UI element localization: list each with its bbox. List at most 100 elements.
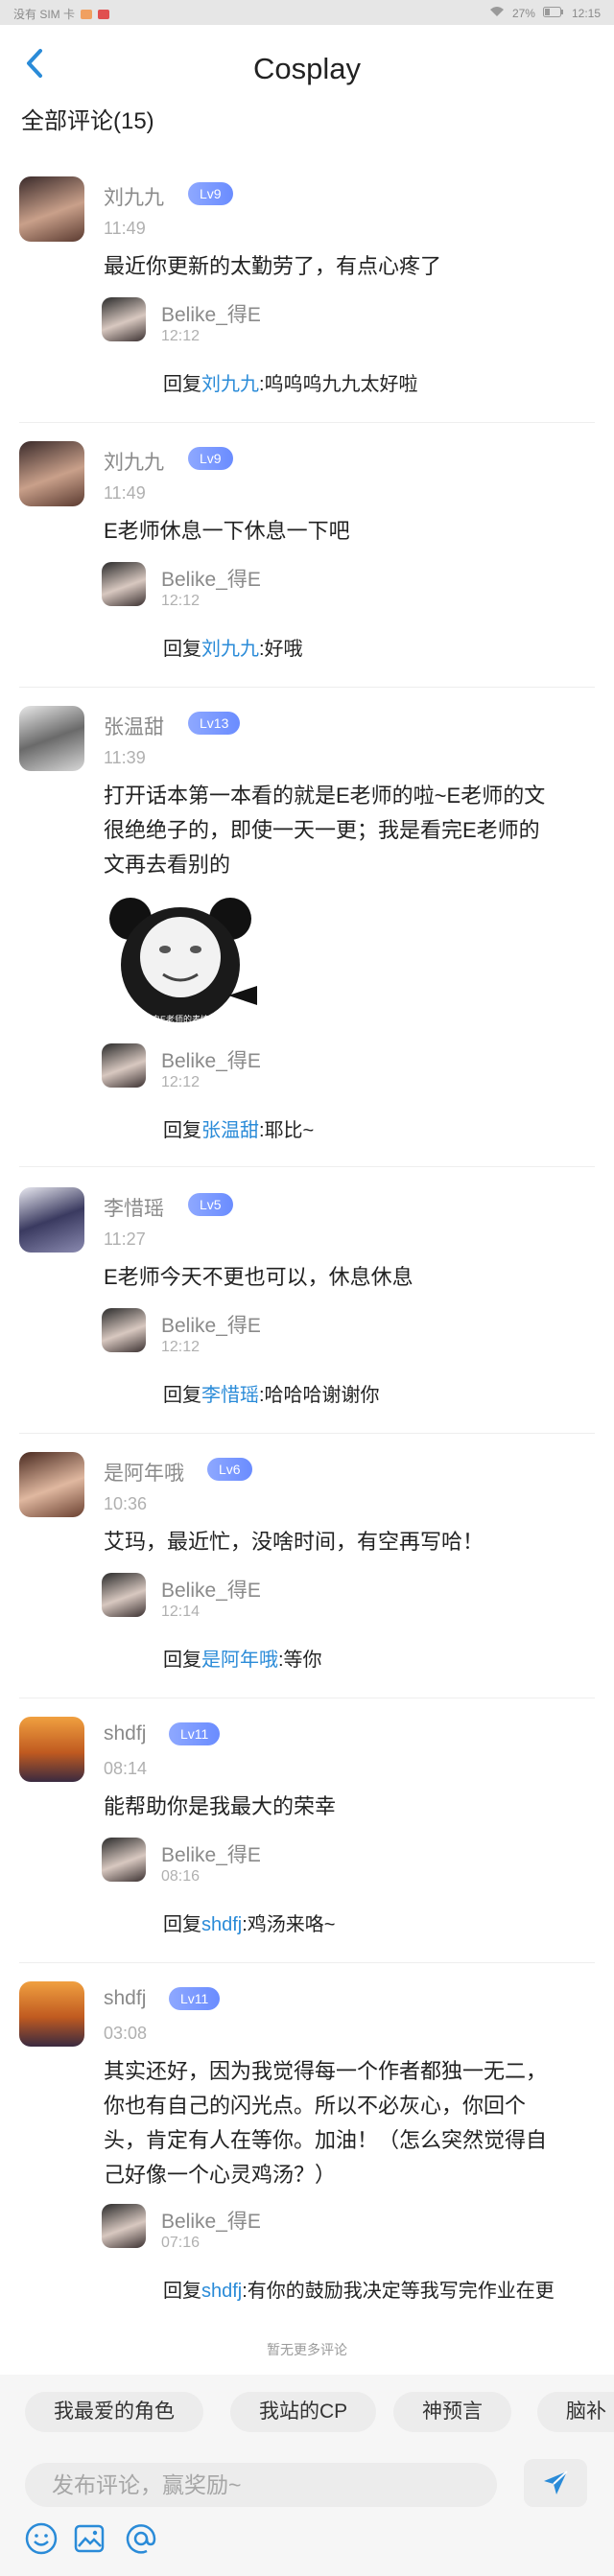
comment-item: 刘九九 Lv9 11:49 最近你更新的太勤劳了，有点心疼了 Belike_得E…: [0, 176, 614, 412]
comment-time: 11:49: [104, 483, 146, 503]
comment-item: shdfj Lv11 08:14 能帮助你是我最大的荣幸 Belike_得E 0…: [0, 1717, 614, 1953]
divider: [19, 1962, 595, 1963]
divider: [19, 422, 595, 423]
tag-chip[interactable]: 脑补: [537, 2392, 614, 2432]
avatar[interactable]: [19, 176, 84, 242]
level-badge: Lv13: [188, 712, 241, 735]
status-bar: 没有 SIM 卡 27% 12:15: [0, 0, 614, 25]
reply-mention-link[interactable]: 刘九九: [201, 639, 259, 660]
comment-input[interactable]: 发布评论，赢奖励~: [25, 2463, 497, 2507]
comment-text: 最近你更新的太勤劳了，有点心疼了: [104, 254, 442, 278]
carrier-text: 没有 SIM 卡: [13, 8, 76, 21]
reply-author-name[interactable]: Belike_得E: [161, 299, 261, 328]
battery-icon: [542, 6, 564, 20]
author-avatar[interactable]: [102, 1308, 146, 1352]
avatar[interactable]: [19, 1717, 84, 1782]
commenter-name[interactable]: 张温甜: [104, 712, 164, 740]
sticker-caption: 来自E老师的表情包: [142, 1015, 218, 1024]
reply-author-name[interactable]: Belike_得E: [161, 564, 261, 593]
reply-time: 12:14: [161, 1604, 201, 1620]
comment-composer: 发布评论，赢奖励~: [0, 2451, 614, 2576]
level-badge: Lv9: [188, 182, 233, 205]
emoji-icon: [25, 2522, 58, 2555]
reply-text: 回复刘九九:呜呜呜九九太好啦: [163, 374, 418, 395]
level-badge: Lv9: [188, 447, 233, 470]
comment-time: 11:49: [104, 219, 146, 238]
divider: [19, 687, 595, 688]
comment-time: 11:39: [104, 748, 146, 767]
notification-icon: [98, 9, 110, 19]
reply-author-name[interactable]: Belike_得E: [161, 1839, 261, 1868]
level-badge: Lv5: [188, 1193, 233, 1216]
commenter-name[interactable]: 刘九九: [104, 182, 164, 211]
reply-author-name[interactable]: Belike_得E: [161, 1575, 261, 1604]
tag-chip[interactable]: 神预言: [393, 2392, 511, 2432]
comment-text: E老师今天不更也可以，休息休息: [104, 1265, 413, 1289]
clock-text: 12:15: [571, 6, 601, 20]
reply-author-name[interactable]: Belike_得E: [161, 2206, 261, 2235]
comment-text: 艾玛，最近忙，没啥时间，有空再写哈！: [104, 1530, 484, 1554]
author-avatar[interactable]: [102, 297, 146, 341]
author-avatar[interactable]: [102, 2204, 146, 2248]
reply-text: 回复shdfj:有你的鼓励我决定等我写完作业在更: [163, 2281, 555, 2302]
comment-item: 是阿年哦 Lv6 10:36 艾玛，最近忙，没啥时间，有空再写哈！ Belike…: [0, 1452, 614, 1688]
avatar[interactable]: [19, 1187, 84, 1253]
author-avatar[interactable]: [102, 1838, 146, 1882]
comment-text: E老师休息一下休息一下吧: [104, 519, 350, 543]
comment-time: 03:08: [104, 2024, 148, 2043]
avatar[interactable]: [19, 441, 84, 506]
reply-mention-link[interactable]: shdfj: [201, 2281, 242, 2302]
reply-mention-link[interactable]: 李惜瑶: [201, 1385, 259, 1406]
author-avatar[interactable]: [102, 1573, 146, 1617]
top-navbar: Cosplay: [0, 25, 614, 104]
level-badge: Lv11: [169, 1722, 221, 1745]
comment-text: 能帮助你是我最大的荣幸: [104, 1794, 337, 1818]
comment-text: 打开话本第一本看的就是E老师的啦~E老师的文 很绝绝子的，即使一天一更；我是看完…: [104, 784, 546, 877]
reply-mention-link[interactable]: 是阿年哦: [201, 1650, 278, 1671]
avatar[interactable]: [19, 1452, 84, 1517]
reply-text: 回复是阿年哦:等你: [163, 1650, 322, 1671]
image-button[interactable]: [69, 2518, 109, 2559]
reply-mention-link[interactable]: 张温甜: [201, 1120, 259, 1141]
comment-item: 刘九九 Lv9 11:49 E老师休息一下休息一下吧 Belike_得E 12:…: [0, 441, 614, 677]
comment-time: 08:14: [104, 1759, 148, 1778]
no-more-comments-text: 暂无更多评论: [267, 2342, 347, 2357]
divider: [19, 1166, 595, 1167]
send-button[interactable]: [524, 2459, 587, 2507]
reply-author-name[interactable]: Belike_得E: [161, 1045, 261, 1074]
reply-time: 07:16: [161, 2235, 201, 2251]
sticker-image[interactable]: 来自E老师的表情包: [104, 890, 257, 1032]
divider: [19, 1433, 595, 1434]
commenter-name[interactable]: 刘九九: [104, 447, 164, 476]
commenter-name[interactable]: shdfj: [104, 1987, 146, 2010]
reply-time: 12:12: [161, 593, 201, 609]
reply-time: 12:12: [161, 1339, 201, 1355]
reply-text: 回复张温甜:耶比~: [163, 1120, 315, 1141]
tag-chip[interactable]: 我最爱的角色: [25, 2392, 203, 2432]
commenter-name[interactable]: 是阿年哦: [104, 1458, 184, 1487]
notification-icon: [81, 9, 93, 19]
commenter-name[interactable]: shdfj: [104, 1722, 146, 1745]
reply-time: 12:12: [161, 328, 201, 344]
battery-text: 27%: [511, 6, 535, 20]
reply-text: 回复刘九九:好哦: [163, 639, 303, 660]
tag-chip[interactable]: 我站的CP: [230, 2392, 377, 2432]
reply-text: 回复李惜瑶:哈哈哈谢谢你: [163, 1385, 380, 1406]
emoji-button[interactable]: [21, 2518, 61, 2559]
commenter-name[interactable]: 李惜瑶: [104, 1193, 164, 1222]
reply-time: 12:12: [161, 1074, 201, 1090]
avatar[interactable]: [19, 1981, 84, 2047]
mention-icon: [126, 2524, 156, 2554]
quick-tags-bar: 我最爱的角色 我站的CP 神预言 脑补: [0, 2375, 614, 2451]
wifi-icon: [489, 6, 505, 20]
reply-mention-link[interactable]: shdfj: [201, 1914, 242, 1935]
comment-time: 10:36: [104, 1494, 148, 1513]
reply-author-name[interactable]: Belike_得E: [161, 1310, 261, 1339]
reply-mention-link[interactable]: 刘九九: [201, 374, 259, 395]
author-avatar[interactable]: [102, 1043, 146, 1088]
comment-item: 张温甜 Lv13 11:39 打开话本第一本看的就是E老师的啦~E老师的文 很绝…: [0, 706, 614, 1157]
avatar[interactable]: [19, 706, 84, 771]
send-icon: [544, 2471, 568, 2494]
mention-button[interactable]: [121, 2518, 161, 2559]
author-avatar[interactable]: [102, 562, 146, 606]
